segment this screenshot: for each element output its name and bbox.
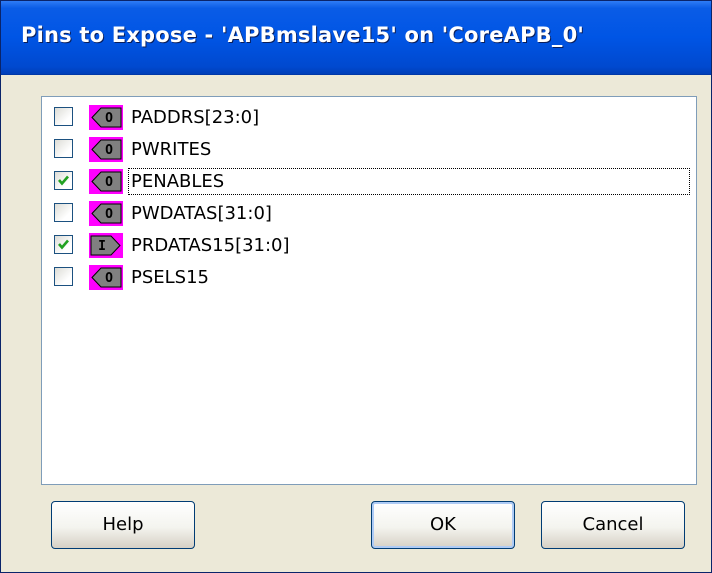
pin-checkbox[interactable]	[54, 203, 73, 222]
pin-row[interactable]: O PENABLES	[42, 165, 692, 197]
pin-label: PSELS15	[131, 267, 210, 288]
svg-text:O: O	[105, 175, 113, 190]
cancel-button[interactable]: Cancel	[541, 501, 685, 549]
pin-checkbox[interactable]	[54, 139, 73, 158]
help-button[interactable]: Help	[51, 501, 195, 549]
input-pin-icon: I	[89, 233, 123, 258]
pin-row[interactable]: O PSELS15	[42, 261, 692, 293]
pin-checkbox[interactable]	[54, 107, 73, 126]
dialog-content: O PADDRS[23:0] O PWRITES O PENABLES O PWDATAS[3…	[1, 75, 711, 572]
output-pin-icon: O	[89, 137, 123, 162]
pin-label: PENABLES	[131, 171, 225, 192]
pin-checkbox[interactable]	[54, 235, 73, 254]
pin-label: PRDATAS15[31:0]	[131, 235, 290, 256]
pin-checkbox[interactable]	[54, 171, 73, 190]
title-bar[interactable]: Pins to Expose - 'APBmslave15' on 'CoreA…	[1, 1, 711, 75]
output-pin-icon: O	[89, 105, 123, 130]
ok-button[interactable]: OK	[371, 501, 515, 549]
pins-to-expose-dialog: Pins to Expose - 'APBmslave15' on 'CoreA…	[0, 0, 712, 573]
pin-row[interactable]: O PWRITES	[42, 133, 692, 165]
pin-label: PWDATAS[31:0]	[131, 203, 272, 224]
checkmark-icon	[58, 175, 69, 186]
output-pin-icon: O	[89, 201, 123, 226]
svg-text:O: O	[105, 207, 113, 222]
output-pin-icon: O	[89, 265, 123, 290]
svg-text:I: I	[98, 239, 106, 254]
svg-text:O: O	[105, 111, 113, 126]
pin-label: PWRITES	[131, 139, 212, 160]
svg-text:O: O	[105, 143, 113, 158]
pin-row[interactable]: O PWDATAS[31:0]	[42, 197, 692, 229]
window-title: Pins to Expose - 'APBmslave15' on 'CoreA…	[21, 23, 585, 47]
output-pin-icon: O	[89, 169, 123, 194]
pin-row[interactable]: I PRDATAS15[31:0]	[42, 229, 692, 261]
svg-text:O: O	[105, 271, 113, 286]
pin-label: PADDRS[23:0]	[131, 107, 260, 128]
pin-list[interactable]: O PADDRS[23:0] O PWRITES O PENABLES O PWDATAS[3…	[41, 96, 697, 485]
pin-row[interactable]: O PADDRS[23:0]	[42, 101, 692, 133]
pin-checkbox[interactable]	[54, 267, 73, 286]
checkmark-icon	[58, 239, 69, 250]
